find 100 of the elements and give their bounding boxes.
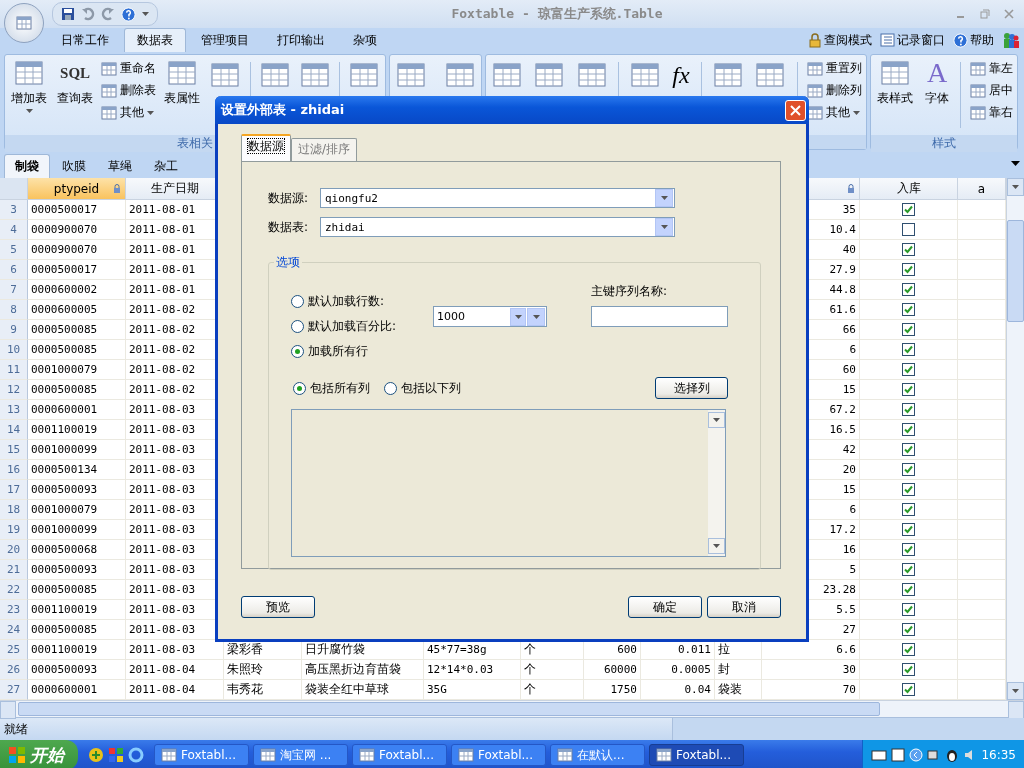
checkbox[interactable] [902,543,915,556]
checkbox[interactable] [902,223,915,236]
ribbon-button[interactable]: 重命名 [101,60,157,77]
radio-option[interactable]: 包括以下列 [384,378,461,398]
vertical-scrollbar[interactable] [1006,178,1024,700]
radio-option[interactable]: 包括所有列 [293,378,370,398]
checkbox[interactable] [902,283,915,296]
checkbox[interactable] [902,323,915,336]
ribbon-button[interactable]: 增加表 [9,58,49,113]
checkbox[interactable] [902,523,915,536]
ribbon-button[interactable]: A 字体 [923,58,951,107]
users-icon[interactable] [1002,31,1020,49]
close-icon[interactable] [1004,9,1014,19]
window-title: Foxtable - 琼富生产系统.Table [450,5,664,23]
dropdown-field[interactable]: qiongfu2 [320,188,675,208]
taskbar-button[interactable]: Foxtabl... [352,744,447,766]
ribbon-button[interactable]: 删除列 [807,82,862,99]
ribbon-button[interactable]: 表属性 [162,58,203,107]
sheet-tab[interactable]: 吹膜 [52,155,96,178]
grid-icon[interactable] [108,747,124,763]
dialog-tab[interactable]: 数据源 [241,134,291,161]
checkbox[interactable] [902,463,915,476]
column-header[interactable]: a [958,178,1006,200]
ribbon-tab[interactable]: 管理项目 [188,28,262,52]
radio-option[interactable]: 加载所有行 [291,342,591,361]
checkbox[interactable] [902,303,915,316]
ribbon-tab[interactable]: 打印输出 [264,28,338,52]
add-icon[interactable] [88,747,104,763]
ribbon-tab[interactable]: 杂项 [340,28,390,52]
table-icon [970,104,986,121]
keyboard-icon[interactable] [871,749,888,761]
ribbon-button[interactable]: 表样式 [875,58,915,107]
checkbox[interactable] [902,363,915,376]
horizontal-scrollbar[interactable] [0,700,1024,717]
redo-icon[interactable] [101,7,115,21]
checkbox[interactable] [902,643,915,656]
table-icon [807,60,823,77]
ok-button[interactable]: 确定 [628,596,702,618]
toolbar-link[interactable]: 帮助 [953,31,994,49]
checkbox[interactable] [902,243,915,256]
checkbox[interactable] [902,603,915,616]
select-columns-button[interactable]: 选择列 [655,377,728,399]
ribbon-button[interactable]: 其他 [101,104,157,121]
cancel-button[interactable]: 取消 [707,596,781,618]
taskbar-button[interactable]: Foxtabl... [649,744,744,766]
row-number: 11 [0,360,28,380]
group-label: 样式 [871,135,1017,152]
checkbox[interactable] [902,443,915,456]
spinner-field[interactable]: 1000 [433,306,547,327]
toolbar-link[interactable]: 查阅模式 [808,31,872,49]
taskbar-button[interactable]: Foxtabl... [154,744,249,766]
close-button[interactable] [785,99,806,121]
ribbon-tab[interactable]: 数据表 [124,28,186,52]
checkbox[interactable] [902,663,915,676]
dropdown-field[interactable]: zhidai [320,217,675,237]
ribbon-button[interactable]: 居中 [970,82,1013,99]
checkbox[interactable] [902,623,915,636]
penguin-icon[interactable] [945,748,960,762]
checkbox[interactable] [902,403,915,416]
ribbon-button[interactable]: SQL 查询表 [55,58,96,107]
checkbox[interactable] [902,423,915,436]
sheet-tab[interactable]: 制袋 [4,154,50,178]
checkbox[interactable] [902,383,915,396]
checkbox[interactable] [902,503,915,516]
ribbon-button[interactable]: 靠左 [970,60,1013,77]
scroll-thumb[interactable] [18,702,880,716]
taskbar-button[interactable]: 在默认... [550,744,645,766]
sheet-tab[interactable]: 草绳 [98,155,142,178]
ribbon-tab[interactable]: 日常工作 [48,28,122,52]
save-icon[interactable] [61,7,75,21]
checkbox[interactable] [902,263,915,276]
checkbox[interactable] [902,583,915,596]
table-icon [259,60,290,90]
chevron-icon[interactable] [909,748,924,762]
checkbox[interactable] [902,483,915,496]
checkbox[interactable] [902,683,915,696]
function-button[interactable]: fx [670,58,692,92]
ribbon-button[interactable]: 删除表 [101,82,157,99]
sheet-tab[interactable]: 杂工 [144,155,188,178]
checkbox[interactable] [902,563,915,576]
column-header[interactable]: ptypeid [28,178,126,200]
column-header[interactable]: 入库 [860,178,958,200]
toolbar-link[interactable]: 记录窗口 [880,31,945,49]
app-menu-button[interactable] [4,3,44,43]
dropdown-icon[interactable] [1011,161,1020,166]
browser-icon[interactable] [128,747,144,763]
table-cell: 0000500017 [28,200,126,220]
taskbar-button[interactable]: 淘宝网 ... [253,744,348,766]
ribbon-button[interactable]: 重置列 [807,60,862,77]
ribbon-button[interactable]: 靠右 [970,104,1013,121]
vertical-scrollbar[interactable] [708,410,725,556]
undo-icon[interactable] [81,7,95,21]
checkbox[interactable] [902,343,915,356]
checkbox[interactable] [902,203,915,216]
scroll-thumb[interactable] [1007,220,1024,322]
taskbar-button[interactable]: Foxtabl... [451,744,546,766]
preview-button[interactable]: 预览 [241,596,315,618]
table-cell: 2011-08-04 [126,660,224,680]
input-field[interactable] [591,306,728,327]
dialog-tab[interactable]: 过滤/排序 [291,138,358,161]
